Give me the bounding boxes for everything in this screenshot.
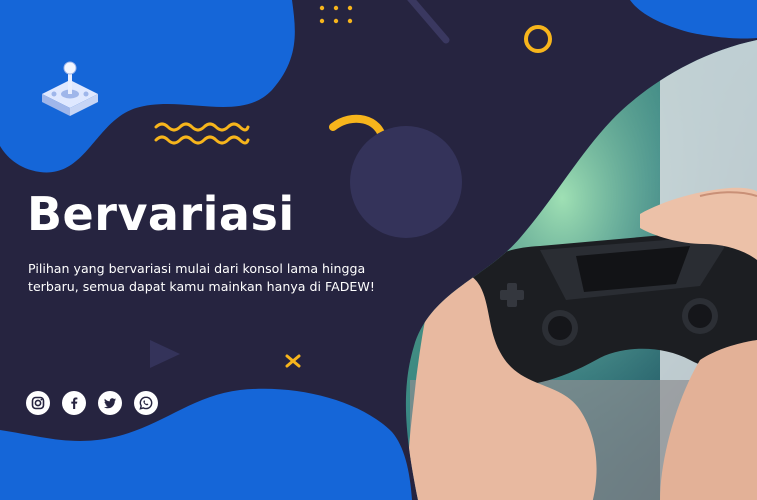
facebook-icon bbox=[71, 397, 78, 409]
whatsapp-icon bbox=[139, 396, 153, 410]
banner-description: Pilihan yang bervariasi mulai dari konso… bbox=[28, 261, 375, 294]
whatsapp-button[interactable] bbox=[134, 391, 158, 415]
banner-title: Bervariasi bbox=[27, 187, 295, 241]
promo-banner: Bervariasi Pilihan yang bervariasi mulai… bbox=[0, 0, 757, 500]
twitter-button[interactable] bbox=[98, 391, 122, 415]
controller-photo bbox=[405, 40, 757, 500]
twitter-icon bbox=[104, 398, 116, 409]
instagram-button[interactable] bbox=[26, 391, 50, 415]
social-links bbox=[26, 391, 158, 415]
facebook-button[interactable] bbox=[62, 391, 86, 415]
instagram-icon bbox=[31, 396, 45, 410]
